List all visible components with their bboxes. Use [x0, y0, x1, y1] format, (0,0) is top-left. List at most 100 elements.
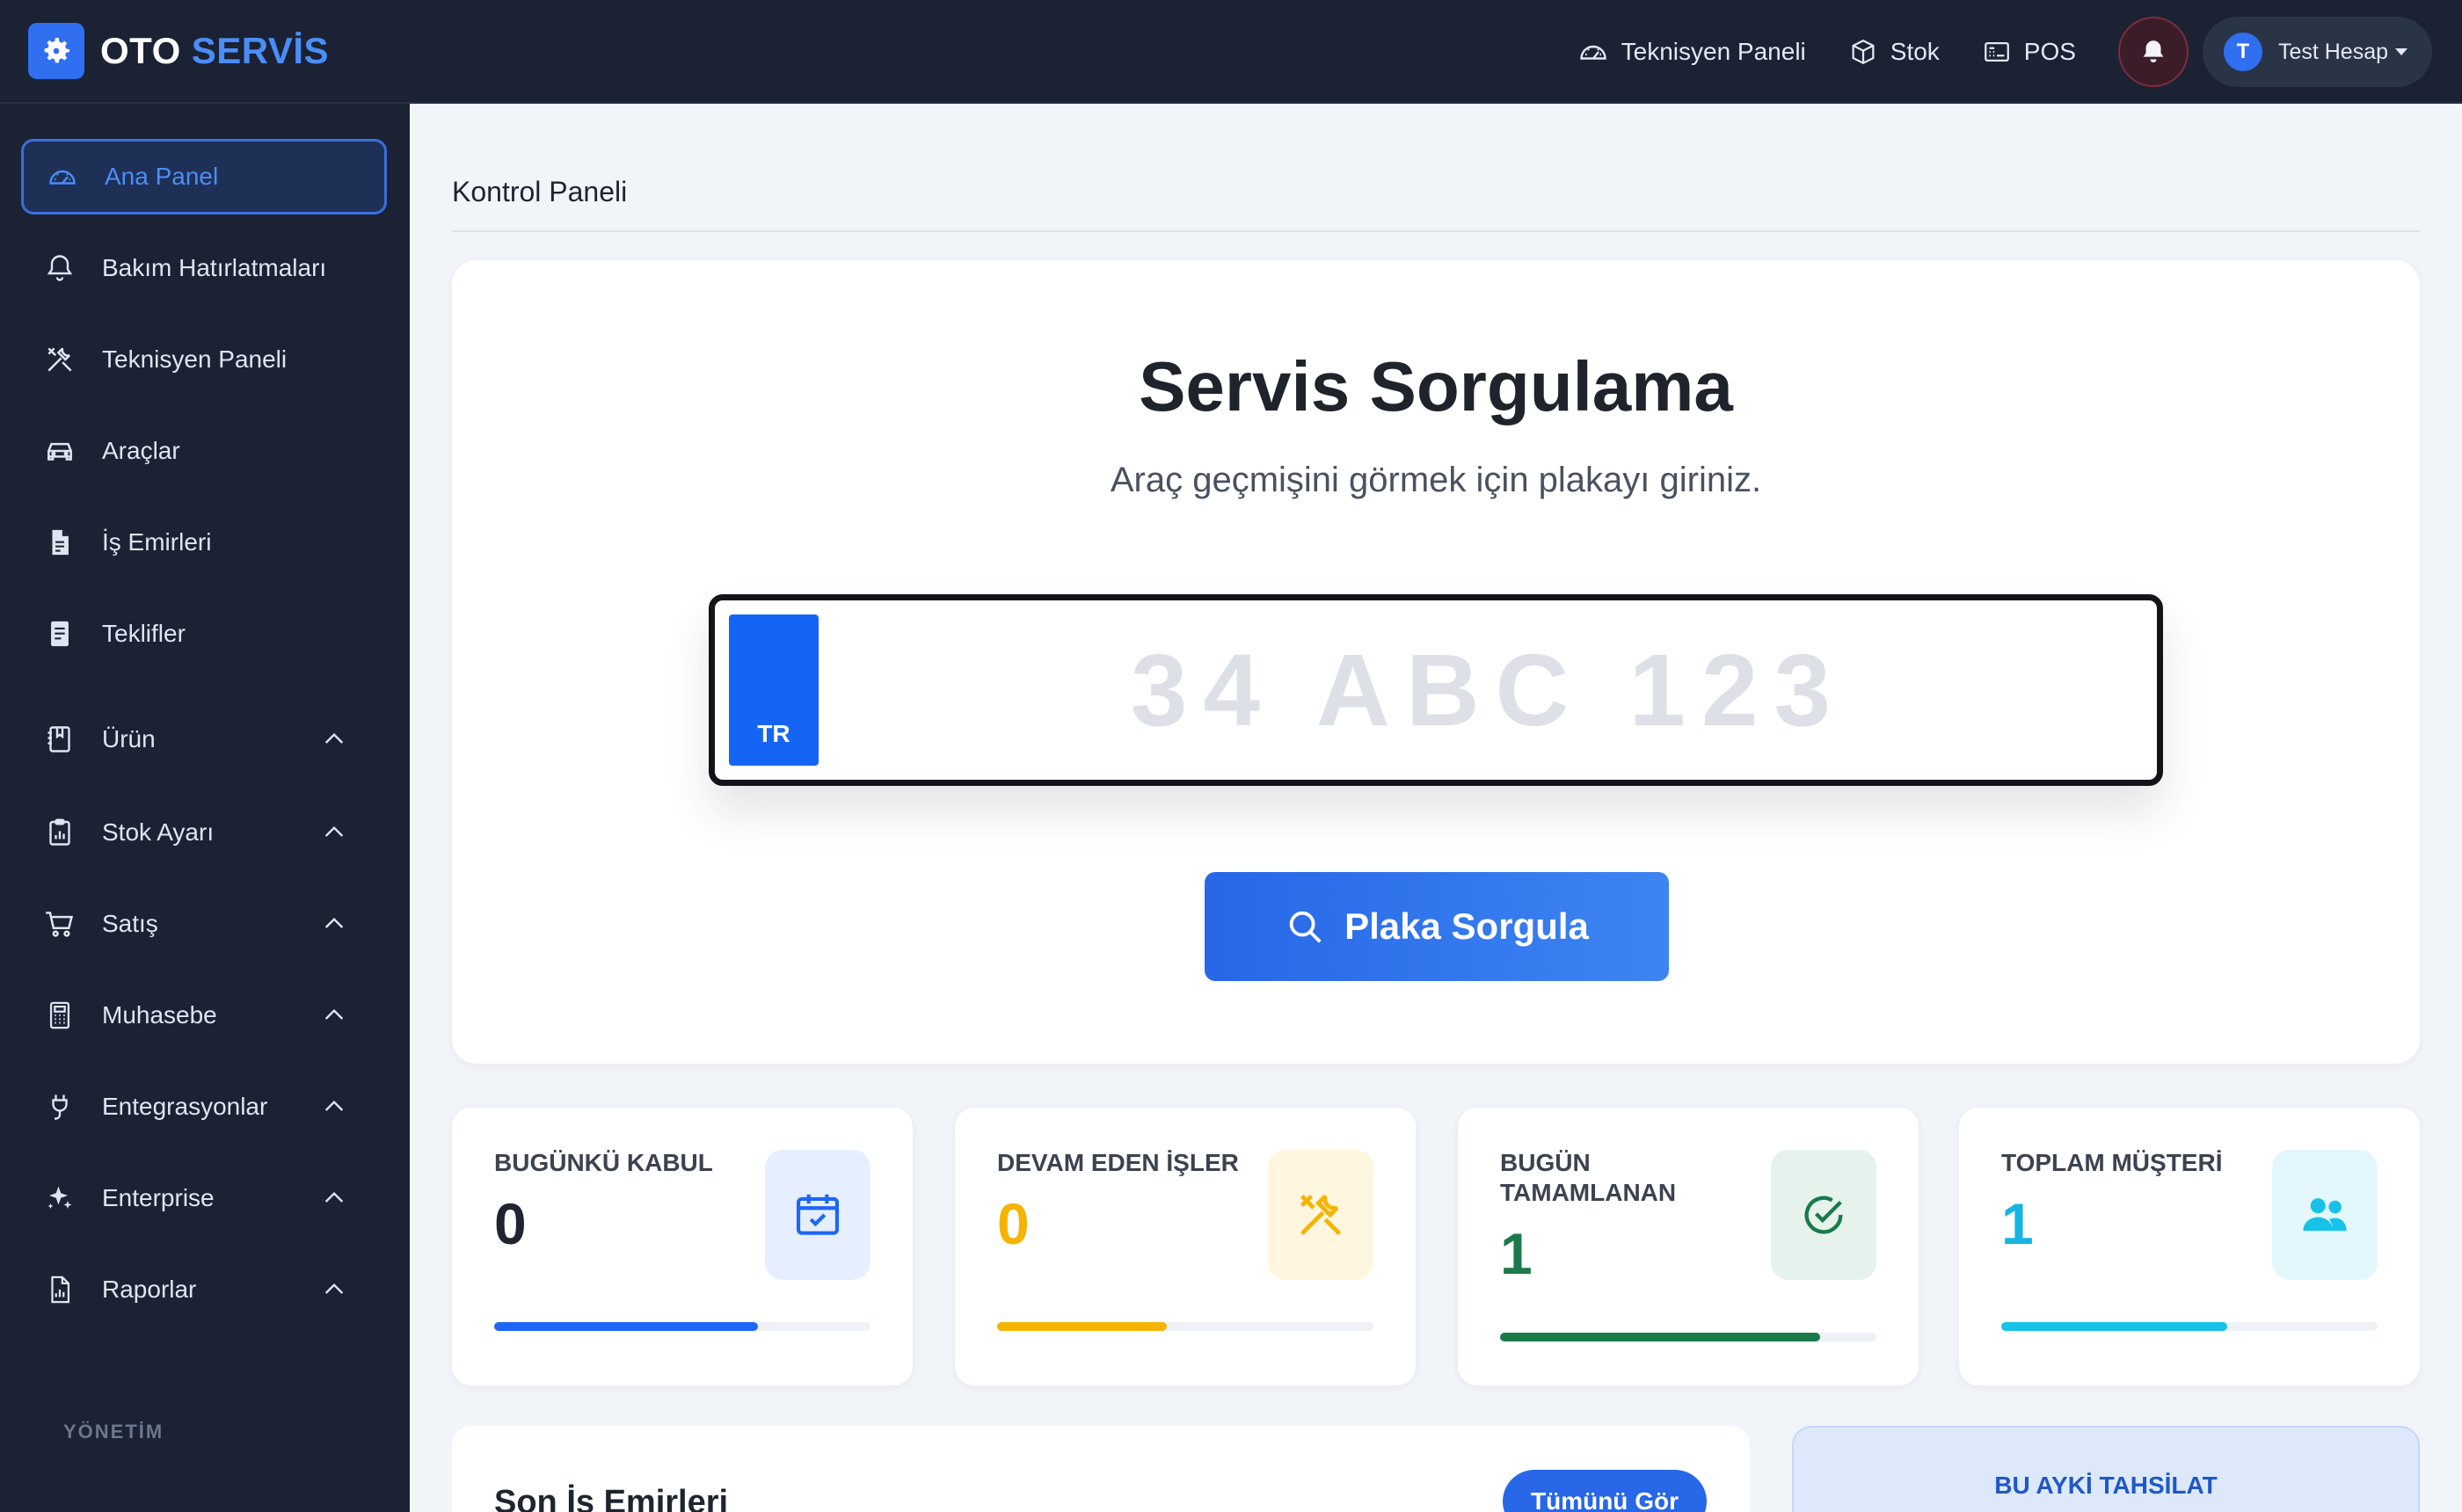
top-nav: Teknisyen Paneli Stok POS T Test Hesap [1577, 0, 2462, 104]
topnav-pos-link[interactable]: POS [1982, 37, 2076, 67]
hero-title: Servis Sorgulama [1139, 347, 1733, 425]
topnav-technician-link[interactable]: Teknisyen Paneli [1577, 36, 1806, 68]
stat-card-in-progress[interactable]: DEVAM EDEN İŞLER 0 [955, 1108, 1416, 1385]
monthly-collection-title: BU AYKİ TAHSİLAT [1994, 1472, 2218, 1499]
view-all-button[interactable]: Tümünü Gör [1503, 1470, 1707, 1512]
user-menu-button[interactable]: T Test Hesap [2202, 17, 2432, 87]
chevron-up-icon [324, 1100, 344, 1111]
sparkle-icon [40, 1179, 79, 1218]
plate-query-button[interactable]: Plaka Sorgula [1205, 872, 1669, 981]
gauge-icon [43, 157, 82, 196]
stat-label: BUGÜNKÜ KABUL [494, 1149, 713, 1176]
service-query-card: Servis Sorgulama Araç geçmişini görmek i… [452, 260, 2420, 1064]
plate-country-badge: TR [729, 614, 819, 766]
stat-progress-fill [2001, 1322, 2227, 1331]
tools-icon [40, 340, 79, 379]
sidebar-item-entegrasyonlar[interactable]: Entegrasyonlar [21, 1069, 387, 1145]
avatar: T [2223, 33, 2262, 71]
sidebar-item-label: Teknisyen Paneli [102, 345, 288, 373]
sidebar-item-label: Stok Ayarı [102, 818, 215, 846]
sidebar-item-label: Teklifler [102, 620, 186, 647]
book-icon [40, 720, 79, 759]
stat-label: TOPLAM MÜŞTERİ [2001, 1149, 2223, 1176]
stat-value: 0 [997, 1191, 1030, 1256]
calculator-icon [40, 996, 79, 1035]
page-title: Kontrol Paneli [452, 176, 628, 207]
stat-value: 1 [1500, 1221, 1533, 1286]
clipboard-chart-icon [40, 813, 79, 852]
recent-work-orders-card: Son İş Emirleri Tümünü Gör [452, 1426, 1750, 1512]
top-bar: OTO SERVİS Teknisyen Paneli Stok POS T Te… [0, 0, 2462, 104]
stat-label: BUGÜN TAMAMLANAN [1500, 1149, 1677, 1206]
sidebar-item-label: Satış [102, 910, 158, 937]
sidebar-item-araclar[interactable]: Araçlar [21, 413, 387, 489]
brand-logo[interactable]: OTO SERVİS [28, 23, 329, 79]
sidebar: Ana Panel Bakım Hatırlatmaları Teknisyen… [0, 104, 410, 1512]
stat-value: 0 [494, 1191, 527, 1256]
chevron-up-icon [324, 1191, 344, 1203]
car-icon [40, 432, 79, 470]
sidebar-item-muhasebe[interactable]: Muhasebe [21, 978, 387, 1053]
stat-progress-bar [2001, 1322, 2378, 1331]
sidebar-item-ana-panel[interactable]: Ana Panel [21, 139, 387, 214]
report-icon [40, 1270, 79, 1309]
document-icon [40, 523, 79, 562]
user-name: Test Hesap [2277, 39, 2388, 64]
sidebar-item-stok-ayari[interactable]: Stok Ayarı [21, 795, 387, 870]
box-icon [1852, 39, 1875, 65]
chevron-up-icon [324, 825, 344, 837]
sidebar-item-teklifler[interactable]: Teklifler [21, 596, 387, 672]
sidebar-item-label: Entegrasyonlar [102, 1093, 268, 1120]
cart-icon [40, 905, 79, 943]
brand-name-part1: OTO [100, 30, 181, 71]
stat-label: DEVAM EDEN İŞLER [997, 1149, 1239, 1176]
sidebar-item-urun[interactable]: Ürün [21, 701, 387, 777]
topnav-stock-link[interactable]: Stok [1848, 37, 1940, 67]
divider [452, 230, 2420, 232]
stat-card-completed-today[interactable]: BUGÜN TAMAMLANAN 1 [1458, 1108, 1919, 1385]
stat-progress-bar [997, 1322, 1373, 1331]
notifications-button[interactable] [2117, 17, 2189, 87]
sidebar-item-is-emirleri[interactable]: İş Emirleri [21, 505, 387, 580]
users-icon [2272, 1150, 2378, 1280]
monthly-collection-card: BU AYKİ TAHSİLAT [1792, 1426, 2420, 1512]
sidebar-item-satis[interactable]: Satış [21, 886, 387, 962]
chevron-up-icon [324, 732, 344, 744]
bell-icon [40, 249, 79, 287]
topnav-stock-label: Stok [1890, 38, 1940, 65]
license-plate-field: TR [709, 594, 2163, 786]
plate-input[interactable] [829, 600, 2148, 780]
sidebar-item-label: Raporlar [102, 1276, 197, 1303]
hero-subtitle: Araç geçmişini görmek için plakayı girin… [1110, 461, 1762, 499]
chevron-up-icon [324, 917, 344, 928]
stat-progress-bar [1500, 1333, 1876, 1341]
sidebar-item-label: İş Emirleri [102, 528, 212, 556]
bell-icon [2143, 40, 2164, 63]
sidebar-item-raporlar[interactable]: Raporlar [21, 1252, 387, 1327]
file-text-icon [40, 614, 79, 653]
search-icon [1289, 911, 1322, 943]
topnav-pos-label: POS [2023, 38, 2076, 65]
stat-progress-fill [494, 1322, 758, 1331]
calendar-check-icon [765, 1150, 870, 1280]
plug-icon [40, 1087, 79, 1126]
stat-card-total-customers[interactable]: TOPLAM MÜŞTERİ 1 [1959, 1108, 2420, 1385]
sidebar-item-label: Enterprise [102, 1184, 215, 1211]
gauge-icon [1579, 45, 1606, 60]
stat-value: 1 [2001, 1191, 2034, 1256]
stat-progress-fill [1500, 1333, 1820, 1341]
brand-name-part2: SERVİS [191, 30, 330, 71]
sidebar-item-teknisyen-paneli[interactable]: Teknisyen Paneli [21, 322, 387, 397]
sidebar-item-label: Araçlar [102, 437, 180, 464]
sidebar-item-bakim-hatirlatmalari[interactable]: Bakım Hatırlatmaları [21, 230, 387, 306]
sidebar-item-label: Muhasebe [102, 1001, 217, 1029]
topnav-technician-label: Teknisyen Paneli [1621, 38, 1806, 65]
check-circle-icon [1771, 1150, 1876, 1280]
chevron-up-icon [324, 1283, 344, 1294]
stat-card-todays-intake[interactable]: BUGÜNKÜ KABUL 0 [452, 1108, 913, 1385]
stat-progress-fill [997, 1322, 1167, 1331]
sidebar-item-enterprise[interactable]: Enterprise [21, 1160, 387, 1236]
tools-icon [1268, 1150, 1373, 1280]
caret-down-icon [2395, 48, 2407, 55]
pos-terminal-icon [1984, 41, 2009, 62]
